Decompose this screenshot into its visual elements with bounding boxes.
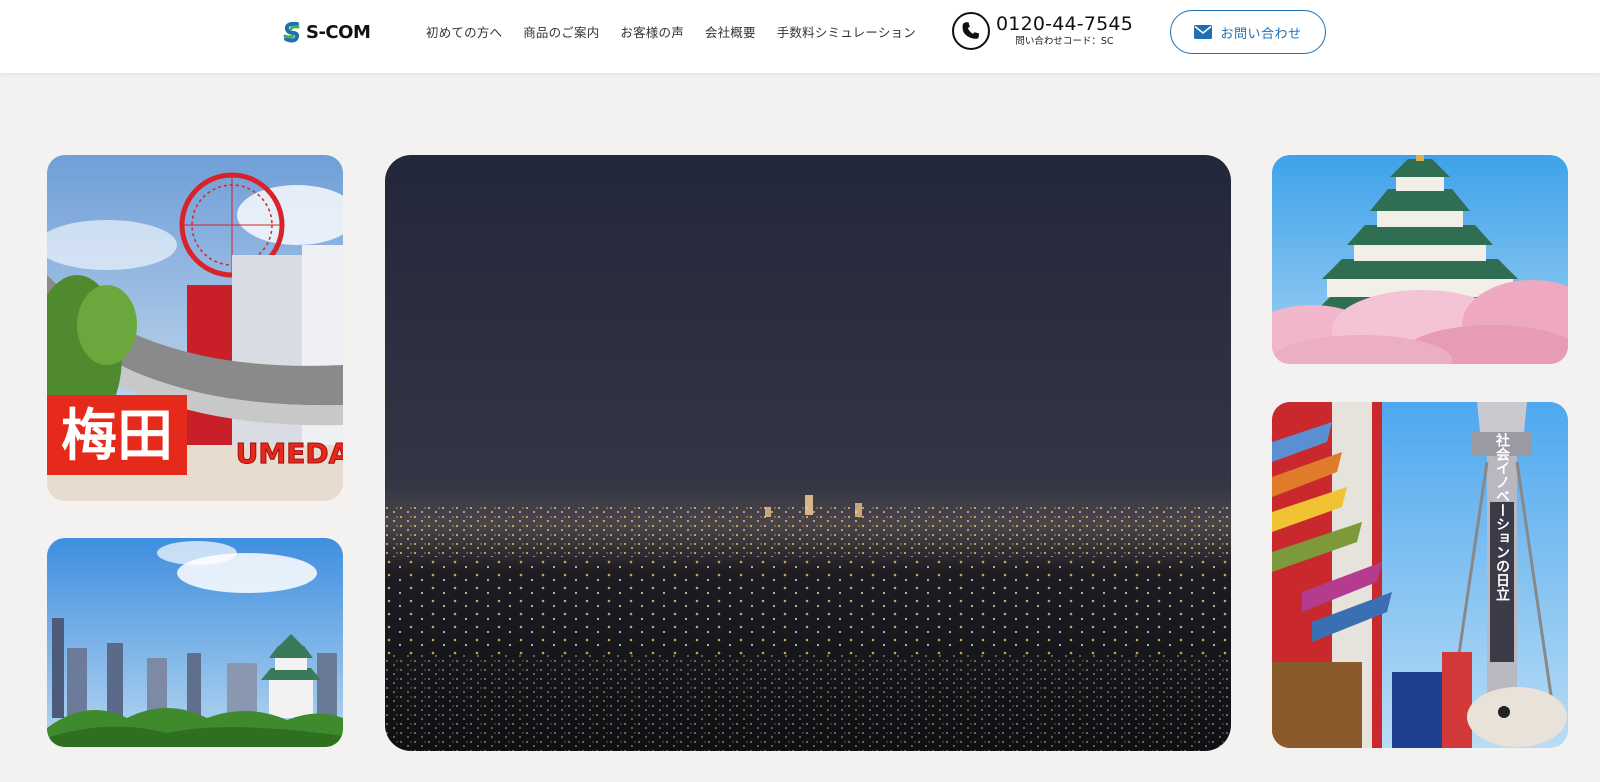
tsutenkaku-tower-photo: 社会イノベーションの日立 [1272, 402, 1568, 748]
umeda-kanji-sign: 梅田 [61, 404, 173, 469]
site-header: S-COM 初めての方へ 商品のご案内 お客様の声 会社概要 手数料シミュレーシ… [0, 0, 1600, 73]
logo-text: S-COM [306, 21, 371, 43]
contact-button-label: お問い合わせ [1220, 26, 1302, 42]
nav-company[interactable]: 会社概要 [705, 22, 756, 41]
nav-first-time[interactable]: 初めての方へ [426, 22, 502, 41]
umeda-ferris-wheel-photo: 梅田 UMEDA [47, 155, 343, 501]
phone-number[interactable]: 0120-44-7545 [996, 15, 1133, 34]
city-night-view-photo [385, 155, 1231, 751]
osaka-castle-cherry-blossom-photo [1272, 155, 1568, 364]
site-logo[interactable]: S-COM [282, 20, 371, 44]
main-nav: 初めての方へ 商品のご案内 お客様の声 会社概要 手数料シミュレーション [426, 22, 916, 41]
phone-icon [952, 12, 990, 50]
nav-fee-simulation[interactable]: 手数料シミュレーション [777, 22, 916, 41]
tower-sign-text: 社会イノベーションの日立 [1494, 432, 1511, 601]
envelope-icon [1194, 25, 1213, 39]
phone-contact[interactable]: 0120-44-7545 問い合わせコード：SC [952, 12, 1133, 50]
s-com-logo-icon [283, 21, 300, 43]
contact-button[interactable]: お問い合わせ [1170, 10, 1326, 54]
inquiry-code: 問い合わせコード：SC [1015, 36, 1114, 48]
nav-products[interactable]: 商品のご案内 [523, 22, 599, 41]
phone-text-block: 0120-44-7545 問い合わせコード：SC [996, 15, 1133, 47]
osaka-skyline-castle-photo [47, 538, 343, 747]
umeda-letter-sign: UMEDA [236, 437, 343, 470]
nav-customer-voice[interactable]: お客様の声 [620, 22, 684, 41]
